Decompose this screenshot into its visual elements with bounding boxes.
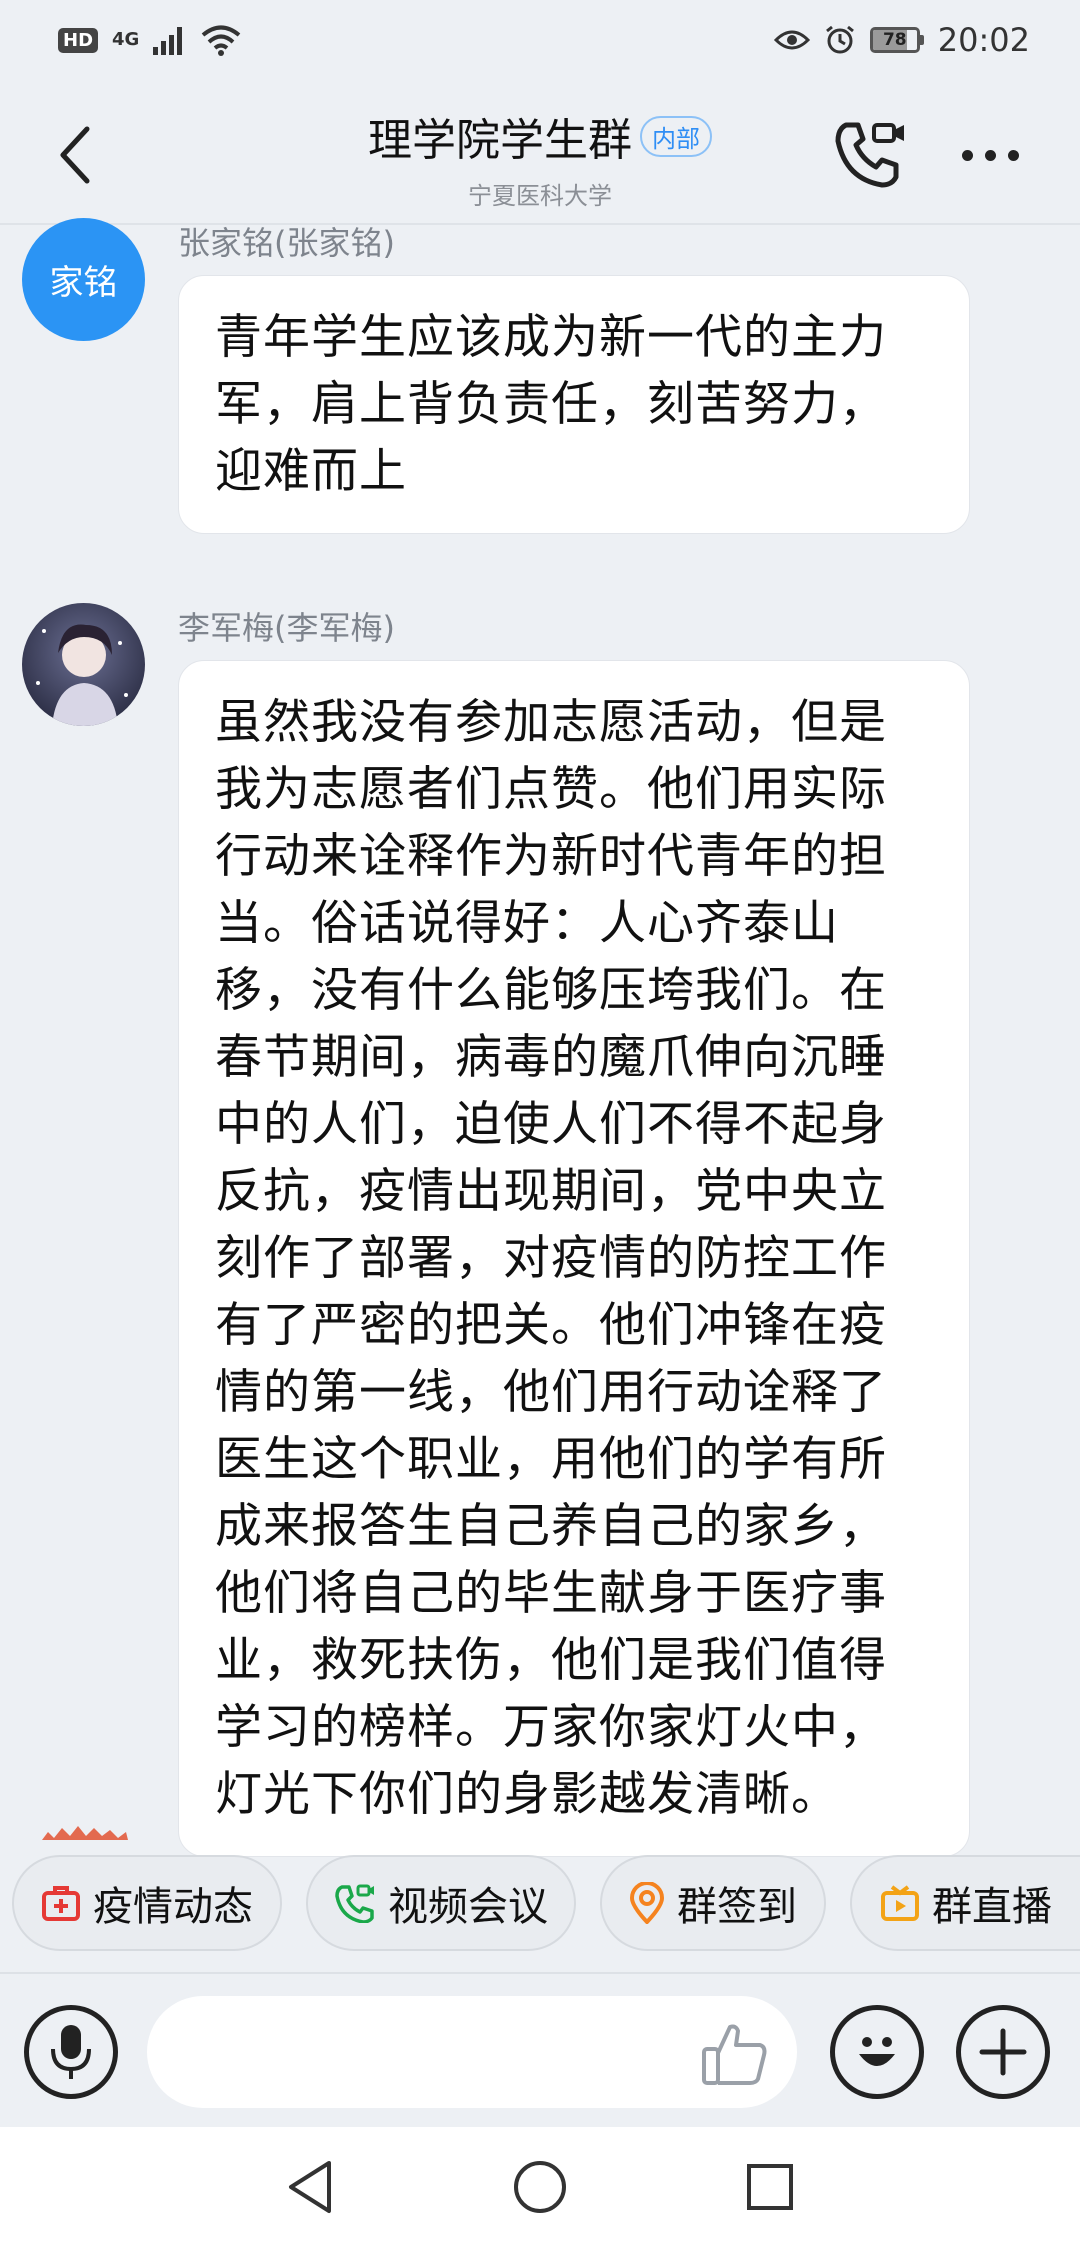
signal-icon: [153, 27, 183, 55]
group-call-button[interactable]: [830, 110, 910, 200]
chat-header: 理学院学生群 内部 宁夏医科大学: [0, 80, 1080, 223]
voice-button[interactable]: [24, 2005, 118, 2099]
message-bubble[interactable]: 青年学生应该成为新一代的主力军，肩上背负责任，刻苦努力，迎难而上: [178, 275, 970, 534]
organization-subtitle: 宁夏医科大学: [468, 182, 612, 210]
group-checkin-button[interactable]: 群签到: [600, 1855, 826, 1951]
title-block: 理学院学生群 内部 宁夏医科大学: [0, 104, 1080, 211]
more-dot: [961, 149, 973, 161]
chat-screen: HD 4G 78 20:02 理学院学生群 内部 宁夏医科大学 家铭 张家铭(张…: [0, 0, 1080, 2244]
phone-video-icon: [835, 122, 904, 188]
triangle-back-icon: [289, 2161, 331, 2213]
message-bubble[interactable]: 虽然我没有参加志愿活动，但是我为志愿者们点赞。他们用实际行动来诠释作为新时代青年…: [178, 660, 970, 1857]
medkit-icon: [41, 1884, 81, 1922]
more-dot: [984, 149, 996, 161]
emoji-button[interactable]: [830, 2005, 924, 2099]
wifi-icon: [202, 25, 241, 56]
sender-name: 李军梅(李军梅): [178, 609, 395, 647]
alarm-icon: [825, 25, 854, 54]
avatar[interactable]: [22, 603, 145, 726]
quick-actions-bar: 疫情动态 视频会议 群签到 群直播: [0, 1855, 1080, 1951]
battery-indicator: 78: [869, 27, 924, 53]
add-button[interactable]: [956, 2005, 1050, 2099]
quick-action-label: 疫情动态: [93, 1884, 253, 1930]
tv-icon: [880, 1884, 920, 1922]
status-right: 78 20:02: [773, 21, 1030, 59]
system-nav-bar: [0, 2127, 1080, 2244]
square-recents-icon: [747, 2164, 793, 2210]
plus-icon: [979, 2028, 1027, 2076]
partial-avatar: [40, 1820, 130, 1840]
microphone-icon: [51, 2025, 91, 2079]
quick-action-label: 视频会议: [388, 1884, 548, 1930]
location-pin-icon: [629, 1882, 665, 1924]
more-dot: [1007, 149, 1019, 161]
sender-name: 张家铭(张家铭): [178, 224, 395, 262]
video-meeting-button[interactable]: 视频会议: [306, 1855, 576, 1951]
nav-home-button[interactable]: [505, 2152, 575, 2222]
network-type: 4G: [112, 29, 140, 50]
hd-badge: HD: [58, 27, 99, 53]
input-bar: [0, 1972, 1080, 2127]
quick-action-label: 群签到: [677, 1884, 797, 1930]
circle-home-icon: [514, 2161, 566, 2213]
quick-action-label: 群直播: [932, 1884, 1052, 1930]
thumbs-up-button[interactable]: [695, 2014, 775, 2094]
epidemic-updates-button[interactable]: 疫情动态: [12, 1855, 282, 1951]
eye-comfort-icon: [773, 30, 810, 50]
profile-picture-icon: [22, 603, 145, 726]
clock: 20:02: [937, 21, 1030, 59]
battery-level: 78: [882, 30, 907, 50]
avatar[interactable]: 家铭: [22, 218, 145, 341]
nav-recents-button[interactable]: [735, 2152, 805, 2222]
group-live-button[interactable]: 群直播: [850, 1855, 1080, 1951]
status-left: HD 4G: [58, 24, 241, 56]
more-button[interactable]: [945, 110, 1035, 200]
nav-back-button[interactable]: [275, 2152, 345, 2222]
video-call-icon: [334, 1883, 376, 1923]
internal-tag: 内部: [640, 115, 712, 157]
thumbs-up-icon: [702, 2024, 767, 2085]
smiley-icon: [859, 2037, 895, 2066]
status-bar: HD 4G 78 20:02: [0, 0, 1080, 80]
group-title[interactable]: 理学院学生群: [368, 104, 632, 168]
header-divider: [0, 223, 1080, 225]
